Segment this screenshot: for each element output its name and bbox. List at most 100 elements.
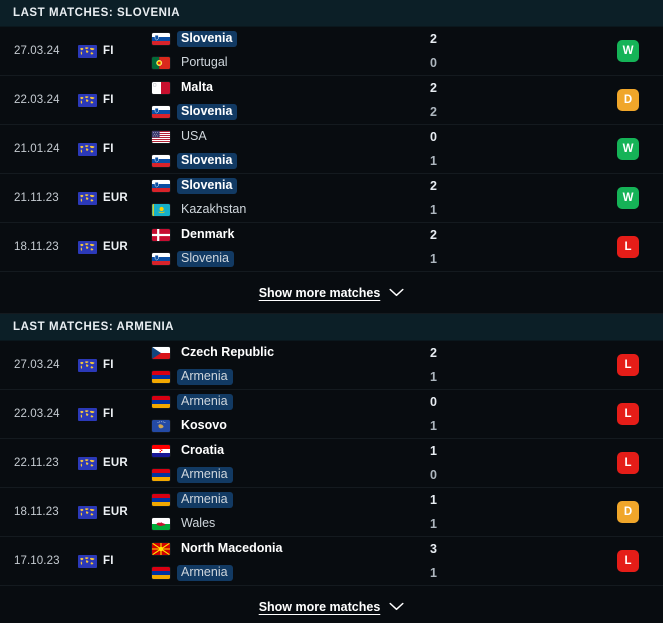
flag-mk-icon bbox=[152, 543, 170, 555]
match-row[interactable]: 22.03.24 FI Armenia Kosovo 0 1 L bbox=[0, 390, 663, 439]
team-line[interactable]: Armenia bbox=[152, 492, 393, 508]
team-line[interactable]: Portugal bbox=[152, 56, 393, 71]
competition-code: FI bbox=[103, 94, 114, 106]
team-name[interactable]: Kazakhstan bbox=[177, 202, 251, 218]
match-date: 18.11.23 bbox=[14, 241, 59, 253]
score-cell: 3 1 bbox=[393, 542, 593, 581]
competition-cell[interactable]: EUR bbox=[78, 505, 152, 519]
team-line[interactable]: Armenia bbox=[152, 565, 393, 581]
team-line[interactable]: North Macedonia bbox=[152, 542, 393, 557]
result-cell: L bbox=[593, 550, 663, 572]
result-cell: D bbox=[593, 501, 663, 523]
last-matches-section: LAST MATCHES: SLOVENIA 27.03.24 FI Slove… bbox=[0, 0, 663, 314]
competition-cell[interactable]: FI bbox=[78, 407, 152, 421]
match-row[interactable]: 18.11.23 EUR Denmark Slovenia 2 1 L bbox=[0, 223, 663, 272]
team-line[interactable]: Slovenia bbox=[152, 153, 393, 169]
team-line[interactable]: Czech Republic bbox=[152, 346, 393, 361]
team-name[interactable]: Slovenia bbox=[177, 178, 238, 194]
home-score: 2 bbox=[430, 31, 437, 46]
competition-cell[interactable]: FI bbox=[78, 142, 152, 156]
team-name[interactable]: Kosovo bbox=[177, 418, 232, 434]
away-score: 1 bbox=[430, 153, 437, 168]
world-map-icon bbox=[78, 44, 97, 58]
away-score: 0 bbox=[430, 467, 437, 482]
team-line[interactable]: Slovenia bbox=[152, 251, 393, 267]
home-score: 1 bbox=[430, 443, 437, 458]
team-line[interactable]: Slovenia bbox=[152, 31, 393, 47]
team-name[interactable]: Portugal bbox=[177, 55, 233, 71]
team-line[interactable]: Armenia bbox=[152, 394, 393, 410]
team-line[interactable]: Denmark bbox=[152, 228, 393, 243]
away-score: 1 bbox=[430, 418, 437, 433]
team-name[interactable]: Armenia bbox=[177, 369, 233, 385]
team-line[interactable]: Armenia bbox=[152, 467, 393, 483]
show-more-matches-button[interactable]: Show more matches bbox=[0, 272, 663, 314]
team-line[interactable]: Malta bbox=[152, 81, 393, 96]
result-cell: L bbox=[593, 403, 663, 425]
flag-mt-icon bbox=[152, 82, 170, 94]
team-line[interactable]: Kazakhstan bbox=[152, 203, 393, 218]
flag-si-icon bbox=[152, 33, 170, 45]
team-name[interactable]: Armenia bbox=[177, 394, 233, 410]
team-name[interactable]: Slovenia bbox=[177, 153, 238, 169]
competition-cell[interactable]: EUR bbox=[78, 456, 152, 470]
show-more-matches-button[interactable]: Show more matches bbox=[0, 586, 663, 623]
match-row[interactable]: 21.01.24 FI USA Slovenia 0 1 W bbox=[0, 125, 663, 174]
away-score: 0 bbox=[430, 55, 437, 70]
world-map-icon bbox=[78, 407, 97, 421]
flag-si-icon bbox=[152, 253, 170, 265]
home-score: 0 bbox=[430, 129, 437, 144]
team-name[interactable]: Wales bbox=[177, 516, 220, 532]
result-badge: L bbox=[617, 354, 639, 376]
result-badge: L bbox=[617, 403, 639, 425]
match-row[interactable]: 22.11.23 EUR Croatia Armenia 1 0 L bbox=[0, 439, 663, 488]
competition-cell[interactable]: FI bbox=[78, 554, 152, 568]
world-map-icon bbox=[78, 505, 97, 519]
flag-am-icon bbox=[152, 567, 170, 579]
competition-cell[interactable]: FI bbox=[78, 358, 152, 372]
match-row[interactable]: 27.03.24 FI Slovenia Portugal 2 0 W bbox=[0, 27, 663, 76]
match-row[interactable]: 18.11.23 EUR Armenia Wales 1 1 D bbox=[0, 488, 663, 537]
team-line[interactable]: Slovenia bbox=[152, 178, 393, 194]
team-name[interactable]: Slovenia bbox=[177, 251, 234, 267]
team-name[interactable]: Slovenia bbox=[177, 31, 238, 47]
team-line[interactable]: Armenia bbox=[152, 369, 393, 385]
result-cell: L bbox=[593, 452, 663, 474]
teams-cell: USA Slovenia bbox=[152, 130, 393, 169]
away-score: 1 bbox=[430, 251, 437, 266]
team-name[interactable]: Croatia bbox=[177, 443, 229, 459]
team-line[interactable]: Croatia bbox=[152, 444, 393, 459]
team-name[interactable]: Czech Republic bbox=[177, 345, 279, 361]
match-row[interactable]: 22.03.24 FI Malta Slovenia 2 2 D bbox=[0, 76, 663, 125]
competition-cell[interactable]: FI bbox=[78, 44, 152, 58]
team-name[interactable]: Denmark bbox=[177, 227, 240, 243]
score-cell: 2 1 bbox=[393, 228, 593, 267]
match-row[interactable]: 17.10.23 FI North Macedonia Armenia 3 1 … bbox=[0, 537, 663, 586]
match-row[interactable]: 21.11.23 EUR Slovenia Kazakhstan 2 1 W bbox=[0, 174, 663, 223]
team-line[interactable]: Wales bbox=[152, 517, 393, 532]
result-cell: D bbox=[593, 89, 663, 111]
flag-cz-icon bbox=[152, 347, 170, 359]
competition-cell[interactable]: EUR bbox=[78, 191, 152, 205]
match-row[interactable]: 27.03.24 FI Czech Republic Armenia 2 1 L bbox=[0, 341, 663, 390]
teams-cell: Malta Slovenia bbox=[152, 81, 393, 120]
team-name[interactable]: Armenia bbox=[177, 565, 233, 581]
team-name[interactable]: Slovenia bbox=[177, 104, 238, 120]
team-line[interactable]: Slovenia bbox=[152, 104, 393, 120]
team-line[interactable]: Kosovo bbox=[152, 419, 393, 434]
home-score: 2 bbox=[430, 80, 437, 95]
team-name[interactable]: USA bbox=[177, 129, 212, 145]
team-name[interactable]: Malta bbox=[177, 80, 218, 96]
flag-hr-icon bbox=[152, 445, 170, 457]
match-date: 27.03.24 bbox=[14, 45, 60, 57]
team-name[interactable]: North Macedonia bbox=[177, 541, 287, 557]
team-line[interactable]: USA bbox=[152, 130, 393, 145]
flag-am-icon bbox=[152, 371, 170, 383]
competition-cell[interactable]: EUR bbox=[78, 240, 152, 254]
score-cell: 2 1 bbox=[393, 346, 593, 385]
score-cell: 1 1 bbox=[393, 493, 593, 532]
team-name[interactable]: Armenia bbox=[177, 492, 233, 508]
team-name[interactable]: Armenia bbox=[177, 467, 233, 483]
score-cell: 2 0 bbox=[393, 32, 593, 71]
competition-cell[interactable]: FI bbox=[78, 93, 152, 107]
